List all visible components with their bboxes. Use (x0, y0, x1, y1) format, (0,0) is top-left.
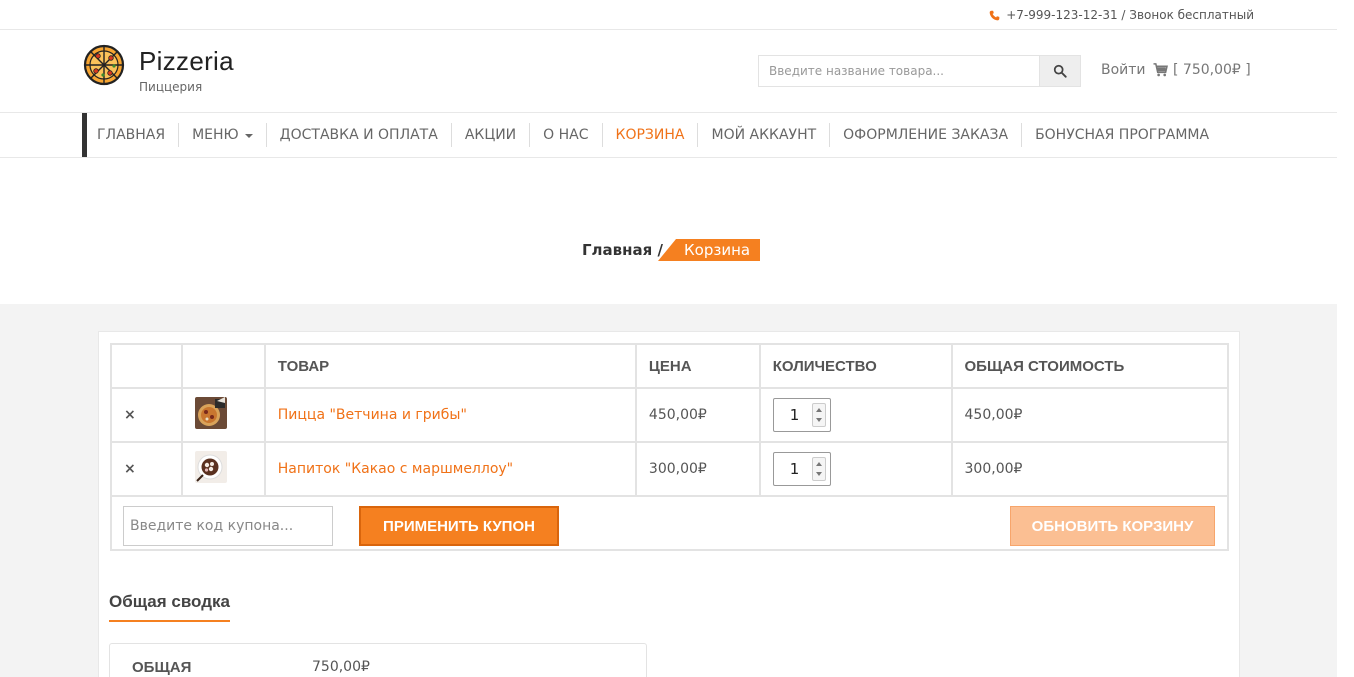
quantity-stepper[interactable]: 1 (772, 398, 831, 432)
coupon-code-input[interactable] (123, 506, 333, 546)
nav-item-label: ОФОРМЛЕНИЕ ЗАКАЗА (843, 127, 1009, 143)
col-price-header: ЦЕНА (634, 343, 761, 389)
quantity-value: 1 (789, 460, 800, 478)
search-button[interactable] (1039, 55, 1081, 87)
cart-panel: ТОВАР ЦЕНА КОЛИЧЕСТВО ОБЩАЯ СТОИМОСТЬ × (98, 331, 1240, 677)
header-cart-link[interactable]: [ 750,00₽ ] (1153, 62, 1251, 78)
login-link[interactable]: Войти (1101, 62, 1146, 78)
nav-item-checkout[interactable]: ОФОРМЛЕНИЕ ЗАКАЗА (830, 123, 1023, 147)
col-quantity-header: КОЛИЧЕСТВО (758, 343, 953, 389)
phone-info: +7-999-123-12-31 / Звонок бесплатный (989, 8, 1254, 22)
product-link[interactable]: Напиток "Какао с маршмеллоу" (278, 461, 513, 477)
col-total-header: ОБЩАЯ СТОИМОСТЬ (950, 343, 1230, 389)
breadcrumb: Главная / Корзина (0, 158, 1337, 304)
phone-icon (989, 10, 1000, 20)
brand-subtitle: Пиццерия (139, 80, 203, 94)
nav-item-cart[interactable]: КОРЗИНА (603, 123, 699, 147)
col-thumb-header (180, 343, 266, 389)
spinner-arrows-icon[interactable] (811, 457, 826, 481)
main-nav: ГЛАВНАЯ МЕНЮ ДОСТАВКА И ОПЛАТА АКЦИИ О Н… (0, 113, 1337, 158)
nav-item-label: БОНУСНАЯ ПРОГРАММА (1035, 127, 1210, 143)
pizza-thumbnail[interactable] (194, 397, 227, 429)
nav-item-label: МЕНЮ (192, 127, 239, 143)
nav-item-label: ДОСТАВКА И ОПЛАТА (279, 127, 438, 143)
product-name-cell: Напиток "Какао с маршмеллоу" (263, 441, 637, 497)
content-area: ТОВАР ЦЕНА КОЛИЧЕСТВО ОБЩАЯ СТОИМОСТЬ × (0, 304, 1337, 677)
nav-item-label: МОЙ АККАУНТ (711, 127, 817, 143)
remove-item-button[interactable]: × (110, 387, 183, 443)
quantity-cell: 1 (758, 387, 953, 443)
product-thumbnail-cell (180, 387, 266, 443)
cart-total-label: ОБЩАЯ (132, 659, 192, 676)
update-cart-button[interactable]: ОБНОВИТЬ КОРЗИНУ (1010, 506, 1215, 546)
cart-totals-box: ОБЩАЯ 750,00₽ (109, 643, 647, 677)
nav-item-account[interactable]: МОЙ АККАУНТ (698, 123, 831, 147)
quantity-cell: 1 (758, 441, 953, 497)
table-row: × Пицца "Ветчина и грибы" 450,00₽ 1 450,… (110, 387, 1230, 443)
cart-icon (1153, 63, 1168, 77)
nav-item-delivery[interactable]: ДОСТАВКА И ОПЛАТА (267, 123, 452, 147)
cart-totals-title: Общая сводка (109, 592, 230, 622)
nav-item-promos[interactable]: АКЦИИ (452, 123, 531, 147)
spinner-arrows-icon[interactable] (811, 403, 826, 427)
product-thumbnail-cell (180, 441, 266, 497)
cocoa-thumbnail[interactable] (194, 451, 227, 483)
breadcrumb-current: Корзина (658, 239, 761, 261)
nav-item-label: АКЦИИ (464, 127, 517, 143)
table-row: × Напиток "Какао с маршмеллоу" 300,00₽ 1… (110, 441, 1230, 497)
nav-item-label: ГЛАВНАЯ (97, 127, 166, 143)
col-remove-header (110, 343, 183, 389)
product-name-cell: Пицца "Ветчина и грибы" (263, 387, 637, 443)
cart-total-value: 750,00₽ (312, 659, 370, 675)
nav-item-menu[interactable]: МЕНЮ (179, 123, 267, 147)
breadcrumb-home[interactable]: Главная / (582, 241, 663, 259)
header-cart-total: [ 750,00₽ ] (1173, 62, 1251, 78)
product-subtotal: 300,00₽ (950, 441, 1230, 497)
nav-item-label: КОРЗИНА (615, 127, 685, 143)
search-input[interactable] (758, 55, 1039, 87)
product-price: 300,00₽ (634, 441, 761, 497)
nav-item-about[interactable]: О НАС (530, 123, 603, 147)
search-icon (1053, 64, 1067, 78)
cart-header-row: ТОВАР ЦЕНА КОЛИЧЕСТВО ОБЩАЯ СТОИМОСТЬ (110, 343, 1230, 389)
quantity-value: 1 (789, 406, 800, 424)
remove-item-button[interactable]: × (110, 441, 183, 497)
product-link[interactable]: Пицца "Ветчина и грибы" (278, 407, 467, 423)
col-product-header: ТОВАР (263, 343, 637, 389)
product-subtotal: 450,00₽ (950, 387, 1230, 443)
site-header: Pizzeria Пиццерия Войти [ 750,00₽ ] (0, 30, 1337, 113)
phone-text: +7-999-123-12-31 / Звонок бесплатный (1006, 8, 1254, 22)
nav-item-bonus[interactable]: БОНУСНАЯ ПРОГРАММА (1022, 123, 1222, 147)
caret-down-icon (244, 134, 253, 138)
pizza-logo-icon[interactable] (83, 44, 125, 86)
apply-coupon-button[interactable]: ПРИМЕНИТЬ КУПОН (359, 506, 559, 546)
nav-item-home[interactable]: ГЛАВНАЯ (87, 123, 180, 147)
top-bar: +7-999-123-12-31 / Звонок бесплатный (0, 0, 1337, 30)
nav-item-label: О НАС (543, 127, 589, 143)
page: +7-999-123-12-31 / Звонок бесплатный Piz… (0, 0, 1354, 677)
brand-name[interactable]: Pizzeria (139, 46, 234, 77)
product-price: 450,00₽ (634, 387, 761, 443)
quantity-stepper[interactable]: 1 (772, 452, 831, 486)
